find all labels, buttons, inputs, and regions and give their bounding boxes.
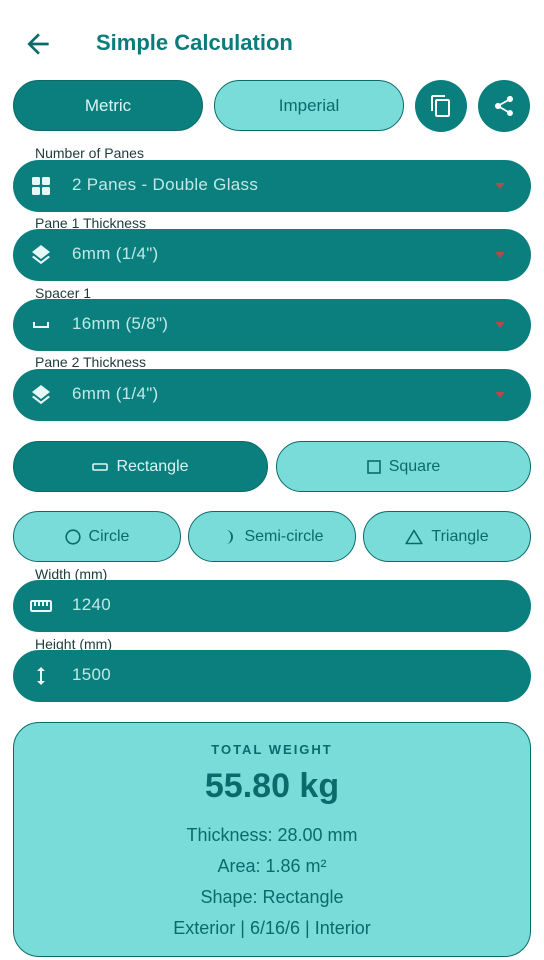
pane1-dropdown[interactable]: 6mm (1/4") <box>13 229 531 281</box>
pane2-dropdown[interactable]: 6mm (1/4") <box>13 369 531 421</box>
thickness-text: Thickness: 28.00 mm <box>186 825 358 845</box>
share-icon <box>495 96 513 116</box>
half-moon-icon <box>226 529 234 544</box>
panes-value: 2 Panes - Double Glass <box>72 175 259 194</box>
panes-dropdown[interactable]: 2 Panes - Double Glass <box>13 160 531 212</box>
chevron-down-icon <box>495 392 505 398</box>
share-button[interactable] <box>478 80 530 132</box>
grid-icon <box>32 177 50 195</box>
layers-icon <box>32 385 50 405</box>
total-weight-label: TOTAL WEIGHT <box>211 742 333 757</box>
chevron-down-icon <box>495 183 505 189</box>
layers-icon <box>32 245 50 265</box>
metric-label: Metric <box>84 95 132 115</box>
pane2-value: 6mm (1/4") <box>72 384 159 403</box>
chevron-down-icon <box>495 322 505 328</box>
app-bar: Simple Calculation <box>0 0 544 88</box>
pane2-label: Pane 2 Thickness <box>35 354 147 370</box>
composition-text: Exterior | 6/16/6 | Interior <box>173 918 371 938</box>
imperial-button[interactable]: Imperial <box>214 80 404 131</box>
shape-semicircle-label: Semi-circle <box>244 527 324 545</box>
square-icon <box>366 459 381 474</box>
shape-triangle-label: Triangle <box>431 527 489 545</box>
height-value: 1500 <box>72 665 112 684</box>
pane1-value: 6mm (1/4") <box>72 244 159 263</box>
shape-circle-label: Circle <box>88 527 130 545</box>
shape-circle-button[interactable]: Circle <box>13 511 181 562</box>
imperial-label: Imperial <box>278 95 340 115</box>
result-card: TOTAL WEIGHT 55.80 kg Thickness: 28.00 m… <box>13 722 531 957</box>
spacer1-value: 16mm (5/8") <box>72 314 169 333</box>
space-bar-icon <box>33 322 49 328</box>
total-weight-value: 55.80 kg <box>204 767 340 805</box>
shape-triangle-button[interactable]: Triangle <box>363 511 531 562</box>
copy-icon <box>431 95 450 117</box>
circle-icon <box>64 528 81 545</box>
triangle-icon <box>405 529 423 544</box>
shape-rectangle-label: Rectangle <box>116 457 189 475</box>
copy-button[interactable] <box>415 80 467 132</box>
width-input[interactable]: 1240 <box>13 580 531 632</box>
rectangle-icon <box>92 462 109 471</box>
vertical-arrows-icon <box>37 667 45 685</box>
width-value: 1240 <box>72 595 112 614</box>
height-input[interactable]: 1500 <box>13 650 531 702</box>
ruler-icon <box>30 600 52 612</box>
chevron-down-icon <box>495 252 505 258</box>
area-text: Area: 1.86 m² <box>217 856 327 876</box>
page-title: Simple Calculation <box>96 30 293 55</box>
spacer1-dropdown[interactable]: 16mm (5/8") <box>13 299 531 351</box>
shape-text: Shape: Rectangle <box>200 887 344 907</box>
back-button[interactable] <box>22 28 54 60</box>
shape-rectangle-button[interactable]: Rectangle <box>13 441 268 492</box>
shape-square-button[interactable]: Square <box>276 441 531 492</box>
metric-button[interactable]: Metric <box>13 80 203 131</box>
arrow-left-icon <box>27 33 49 55</box>
shape-square-label: Square <box>388 457 441 475</box>
shape-semicircle-button[interactable]: Semi-circle <box>188 511 356 562</box>
panes-label: Number of Panes <box>35 145 144 161</box>
